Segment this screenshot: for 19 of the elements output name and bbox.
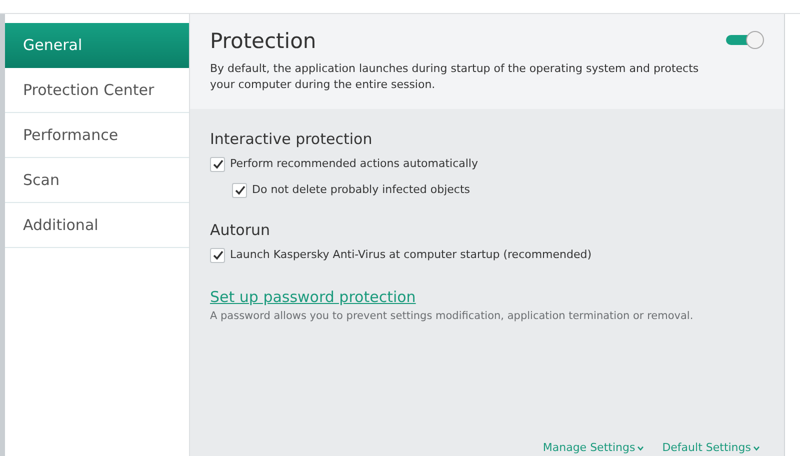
checkbox[interactable]: [210, 248, 225, 262]
sidebar-item[interactable]: General: [5, 23, 189, 68]
sidebar-item[interactable]: Scan: [5, 158, 189, 203]
checkbox-label: Launch Kaspersky Anti-Virus at computer startup (recommended): [230, 247, 592, 263]
caret-icon: [753, 446, 760, 450]
checkbox-label: Perform recommended actions automatically: [230, 156, 478, 172]
sidebar-item[interactable]: Protection Center: [5, 68, 189, 113]
section-title: Protection: [210, 28, 316, 54]
sidebar-item[interactable]: Additional: [5, 203, 189, 248]
caret-icon: [637, 446, 644, 450]
sidebar-item[interactable]: Performance: [5, 113, 189, 158]
checkbox[interactable]: [210, 156, 225, 172]
group-heading: Interactive protection: [210, 129, 372, 149]
description-text: By default, the application launches during startup of the operating system and protects your computer during the entire session.: [210, 61, 700, 93]
toggle-switch[interactable]: [724, 31, 764, 49]
checkbox-label: Do not delete probably infected objects: [252, 182, 470, 198]
hint-text: A password allows you to prevent settings modification, application termination or removal.: [210, 310, 694, 322]
checkbox[interactable]: [232, 182, 247, 198]
group-heading: Autorun: [210, 220, 270, 240]
